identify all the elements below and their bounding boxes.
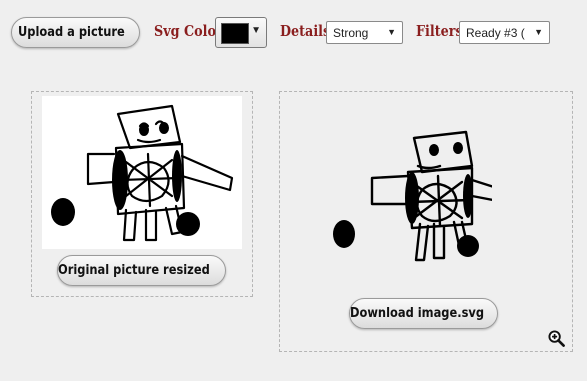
zoom-in-icon[interactable] [548, 330, 565, 347]
download-svg-button[interactable]: Download image.svg [349, 298, 498, 329]
details-value: Strong [333, 25, 369, 40]
upload-picture-label: Upload a picture [17, 25, 125, 40]
dropdown-arrow-icon: ▼ [534, 27, 543, 37]
svg-color-picker[interactable]: ▼ [215, 17, 267, 48]
original-picture-resized-label: Original picture resized [58, 263, 211, 278]
upload-picture-button[interactable]: Upload a picture [11, 17, 140, 48]
dropdown-arrow-icon: ▼ [251, 25, 261, 36]
filters-value: Ready #3 ( [466, 25, 525, 40]
dropdown-arrow-icon: ▼ [387, 27, 396, 37]
original-picture-resized-button[interactable]: Original picture resized [57, 255, 226, 286]
original-picture [42, 96, 242, 249]
filters-select[interactable]: Ready #3 ( ▼ [459, 21, 550, 44]
color-swatch [221, 23, 249, 44]
svg-color-label: Svg Color [154, 22, 223, 40]
details-label: Details [280, 22, 331, 40]
download-svg-label: Download image.svg [350, 306, 485, 321]
details-select[interactable]: Strong ▼ [326, 21, 403, 44]
svg-preview [322, 124, 518, 264]
filters-label: Filters [416, 22, 463, 40]
